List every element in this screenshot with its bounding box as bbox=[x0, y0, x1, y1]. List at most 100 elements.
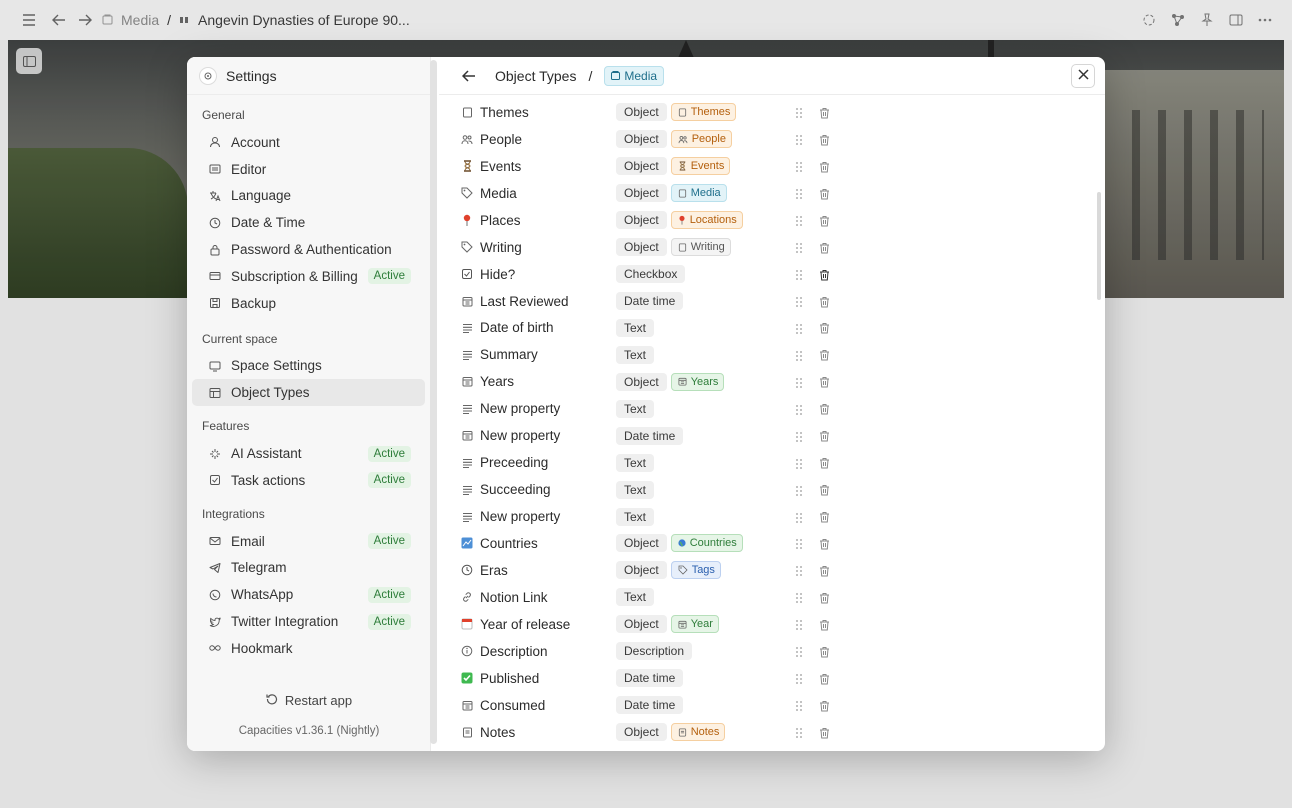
property-type-badge[interactable]: Date time bbox=[616, 292, 684, 311]
sidebar-item-object-types[interactable]: Object Types bbox=[192, 379, 425, 407]
property-name[interactable]: Summary bbox=[480, 347, 616, 362]
back-arrow-icon[interactable] bbox=[459, 66, 479, 86]
sidebar-item-hookmark[interactable]: Hookmark bbox=[192, 635, 425, 662]
trash-icon[interactable] bbox=[819, 214, 831, 227]
trash-icon[interactable] bbox=[819, 483, 831, 496]
property-row[interactable]: Events Object Events bbox=[461, 153, 1061, 180]
property-name[interactable]: New property bbox=[480, 509, 616, 524]
property-type-badge[interactable]: Text bbox=[616, 318, 655, 337]
property-row[interactable]: Succeeding Text bbox=[461, 476, 1061, 503]
property-type-badge[interactable]: Object bbox=[616, 723, 667, 742]
drag-handle-icon[interactable] bbox=[795, 726, 805, 739]
drag-handle-icon[interactable] bbox=[795, 187, 805, 200]
property-name[interactable]: Published bbox=[480, 671, 616, 686]
close-button[interactable] bbox=[1071, 64, 1095, 88]
property-row[interactable]: Years Object Years bbox=[461, 368, 1061, 395]
sidebar-item-space-settings[interactable]: Space Settings bbox=[192, 353, 425, 380]
property-name[interactable]: Countries bbox=[480, 536, 616, 551]
drag-handle-icon[interactable] bbox=[795, 564, 805, 577]
property-row[interactable]: Countries Object Countries bbox=[461, 530, 1061, 557]
sidebar-item-subscription-billing[interactable]: Subscription & Billing Active bbox=[192, 263, 425, 290]
sidebar-item-task-actions[interactable]: Task actions Active bbox=[192, 467, 425, 494]
sidebar-item-password-authentication[interactable]: Password & Authentication bbox=[192, 236, 425, 263]
sidebar-item-ai-assistant[interactable]: AI Assistant Active bbox=[192, 440, 425, 467]
property-type-badge[interactable]: Date time bbox=[616, 669, 684, 688]
trash-icon[interactable] bbox=[819, 133, 831, 146]
trash-icon[interactable] bbox=[819, 726, 831, 739]
property-name[interactable]: Events bbox=[480, 159, 616, 174]
property-type-badge[interactable]: Object bbox=[616, 184, 667, 203]
property-row[interactable]: Description Description bbox=[461, 638, 1061, 665]
drag-handle-icon[interactable] bbox=[795, 376, 805, 388]
trash-icon[interactable] bbox=[819, 268, 831, 281]
property-row[interactable]: Notes Object Notes bbox=[461, 719, 1061, 746]
target-type-chip[interactable]: Notes bbox=[670, 723, 726, 742]
drag-handle-icon[interactable] bbox=[795, 699, 805, 712]
property-row[interactable]: New property Text bbox=[461, 395, 1061, 422]
property-name[interactable]: Themes bbox=[480, 105, 616, 120]
property-row[interactable]: Date of birth Text bbox=[461, 315, 1061, 342]
property-type-badge[interactable]: Object bbox=[616, 157, 667, 176]
property-name[interactable]: Places bbox=[480, 213, 616, 228]
property-type-badge[interactable]: Text bbox=[616, 480, 655, 499]
target-type-chip[interactable]: Media bbox=[670, 184, 727, 203]
property-type-badge[interactable]: Object bbox=[616, 211, 667, 230]
trash-icon[interactable] bbox=[819, 645, 831, 658]
drag-handle-icon[interactable] bbox=[795, 430, 805, 442]
drag-handle-icon[interactable] bbox=[795, 591, 805, 604]
property-name[interactable]: Preceeding bbox=[480, 455, 616, 470]
property-name[interactable]: Writing bbox=[480, 240, 616, 255]
property-name[interactable]: Years bbox=[480, 374, 616, 389]
property-row[interactable]: Summary Text bbox=[461, 341, 1061, 368]
property-name[interactable]: Notion Link bbox=[480, 590, 616, 605]
drag-handle-icon[interactable] bbox=[795, 672, 805, 685]
property-row[interactable]: Places Object Locations bbox=[461, 207, 1061, 234]
property-row[interactable]: Themes Object Themes bbox=[461, 99, 1061, 126]
trash-icon[interactable] bbox=[819, 187, 831, 200]
trash-icon[interactable] bbox=[819, 295, 831, 308]
trash-icon[interactable] bbox=[819, 241, 831, 254]
property-name[interactable]: Last Reviewed bbox=[480, 294, 616, 309]
property-name[interactable]: Media bbox=[480, 186, 616, 201]
property-row[interactable]: New property Text bbox=[461, 503, 1061, 530]
drag-handle-icon[interactable] bbox=[795, 511, 805, 523]
trash-icon[interactable] bbox=[819, 106, 831, 119]
property-type-badge[interactable]: Text bbox=[616, 507, 655, 526]
sidebar-item-editor[interactable]: Editor bbox=[192, 156, 425, 183]
sidebar-item-email[interactable]: Email Active bbox=[192, 528, 425, 555]
trash-icon[interactable] bbox=[819, 321, 831, 334]
drag-handle-icon[interactable] bbox=[795, 268, 805, 281]
property-type-badge[interactable]: Object bbox=[616, 534, 667, 553]
property-type-badge[interactable]: Object bbox=[616, 130, 667, 149]
property-row[interactable]: New property Date time bbox=[461, 422, 1061, 449]
property-type-badge[interactable]: Text bbox=[616, 399, 655, 418]
trash-icon[interactable] bbox=[819, 375, 831, 388]
sidebar-item-date-time[interactable]: Date & Time bbox=[192, 209, 425, 236]
trash-icon[interactable] bbox=[819, 672, 831, 685]
drag-handle-icon[interactable] bbox=[795, 537, 805, 550]
property-type-badge[interactable]: Object bbox=[616, 238, 667, 257]
restart-app-button[interactable]: Restart app bbox=[187, 689, 431, 711]
drag-handle-icon[interactable] bbox=[795, 295, 805, 308]
trash-icon[interactable] bbox=[819, 348, 831, 361]
sidebar-item-backup[interactable]: Backup bbox=[192, 290, 425, 317]
trash-icon[interactable] bbox=[819, 564, 831, 577]
property-name[interactable]: Succeeding bbox=[480, 482, 616, 497]
property-type-badge[interactable]: Object bbox=[616, 103, 667, 122]
property-row[interactable]: Writing Object Writing bbox=[461, 234, 1061, 261]
property-name[interactable]: People bbox=[480, 132, 616, 147]
property-row[interactable]: Last Reviewed Date time bbox=[461, 288, 1061, 315]
property-type-badge[interactable]: Text bbox=[616, 345, 655, 364]
drag-handle-icon[interactable] bbox=[795, 214, 805, 227]
trash-icon[interactable] bbox=[819, 402, 831, 415]
property-name[interactable]: Eras bbox=[480, 563, 616, 578]
trash-icon[interactable] bbox=[819, 537, 831, 550]
trash-icon[interactable] bbox=[819, 510, 831, 523]
property-type-badge[interactable]: Description bbox=[616, 642, 693, 661]
property-type-badge[interactable]: Text bbox=[616, 453, 655, 472]
target-type-chip[interactable]: Locations bbox=[670, 211, 743, 230]
trash-icon[interactable] bbox=[819, 618, 831, 631]
sidebar-scrollbar[interactable] bbox=[430, 60, 437, 744]
target-type-chip[interactable]: Writing bbox=[670, 238, 731, 257]
property-type-badge[interactable]: Date time bbox=[616, 426, 684, 445]
